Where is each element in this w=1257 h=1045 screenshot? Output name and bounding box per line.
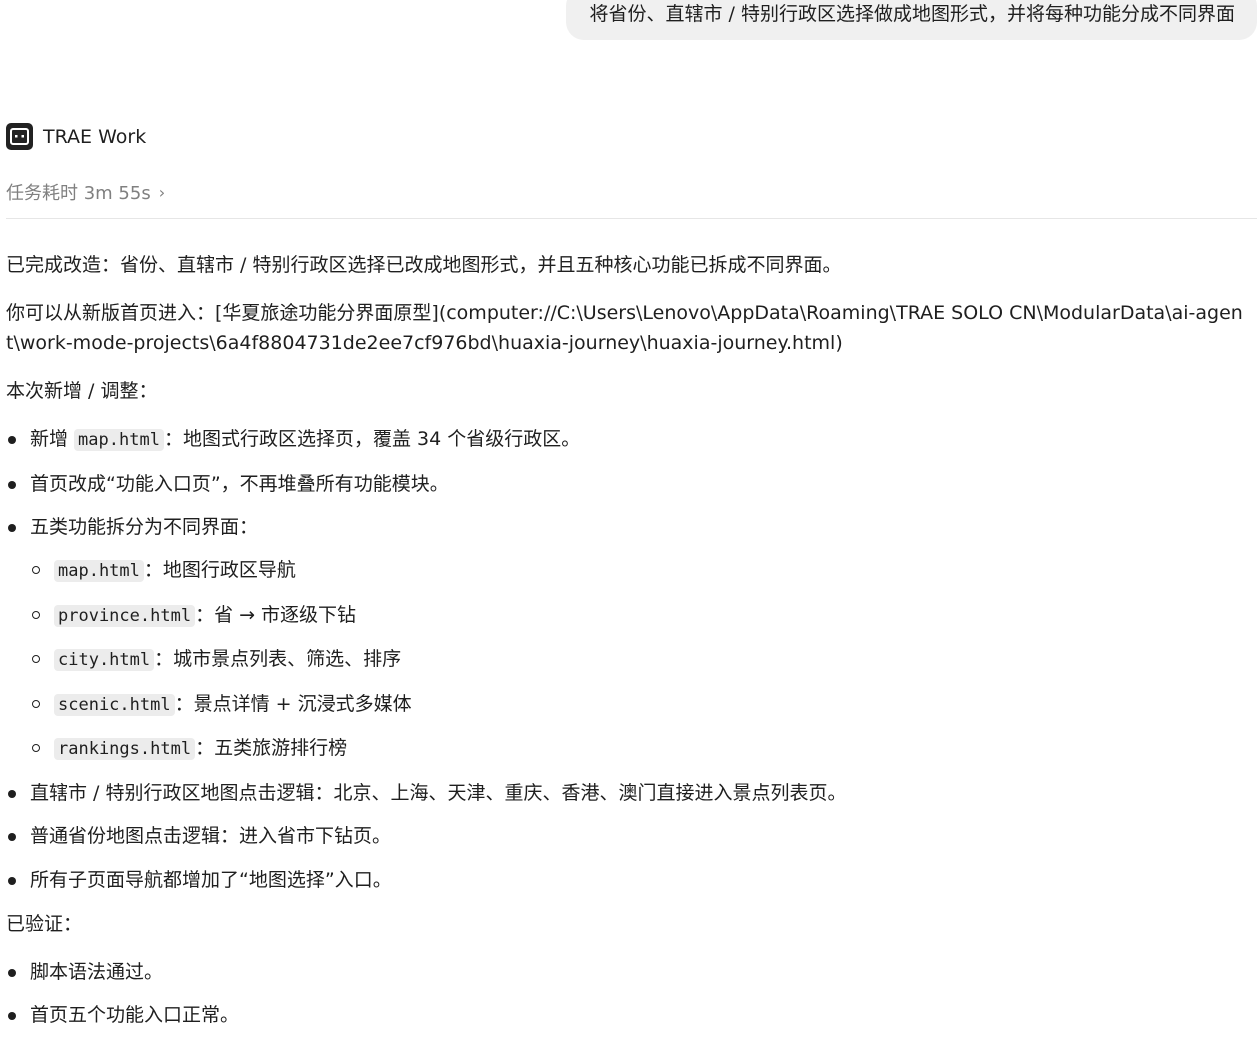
inline-code: map.html <box>54 560 144 582</box>
task-time-toggle[interactable]: 任务耗时 3m 55s › <box>6 179 165 205</box>
list-item-text: 脚本语法通过。 <box>30 960 164 983</box>
sub-list-item: province.html ：省 → 市逐级下钻 <box>30 600 1249 631</box>
list-item-text: ：地图式行政区选择页，覆盖 34 个省级行政区。 <box>163 428 581 450</box>
list-item-text: 首页五个功能入口正常。 <box>30 1004 240 1026</box>
sub-list-item-text: ：五类旅游排行榜 <box>195 737 348 759</box>
list-item: 首页改成“功能入口页”，不再堆叠所有功能模块。 <box>6 469 1249 499</box>
agent-header: TRAE Work <box>6 123 146 150</box>
list-item: 五类功能拆分为不同界面： map.html ：地图行政区导航 province.h… <box>6 512 1249 764</box>
sub-list-item: city.html ：城市景点列表、筛选、排序 <box>30 644 1249 675</box>
list-item-text: 直辖市 / 特别行政区地图点击逻辑：北京、上海、天津、重庆、香港、澳门直接进入景… <box>30 781 847 804</box>
verified-list: 脚本语法通过。 首页五个功能入口正常。 <box>6 957 1249 1031</box>
entry-link-paragraph[interactable]: 你可以从新版首页进入：[华夏旅途功能分界面原型](computer://C:\U… <box>6 298 1249 358</box>
verified-heading: 已验证： <box>6 912 83 935</box>
agent-name: TRAE Work <box>43 125 147 148</box>
list-item-text: 首页改成“功能入口页”，不再堆叠所有功能模块。 <box>30 472 449 495</box>
sub-list-item-text: ：景点详情 + 沉浸式多媒体 <box>174 692 412 715</box>
chat-page: 将省份、直辖市 / 特别行政区选择做成地图形式，并将每种功能分成不同界面 TRA… <box>0 0 1257 1045</box>
list-item-prefix: 新增 <box>30 428 75 450</box>
changes-list: 新增 map.html ：地图式行政区选择页，覆盖 34 个省级行政区。 首页改成… <box>6 424 1249 895</box>
user-message-text: 将省份、直辖市 / 特别行政区选择做成地图形式，并将每种功能分成不同界面 <box>589 3 1235 25</box>
sub-list-item-text: ：省 → 市逐级下钻 <box>195 603 357 626</box>
summary-paragraph: 已完成改造：省份、直辖市 / 特别行政区选择已改成地图形式，并且五种核心功能已拆… <box>6 254 842 276</box>
list-item-text: 所有子页面导航都增加了“地图选择”入口。 <box>30 868 392 891</box>
sub-list-item-text: ：地图行政区导航 <box>143 559 296 581</box>
list-item: 所有子页面导航都增加了“地图选择”入口。 <box>6 865 1249 895</box>
trae-logo-icon <box>6 123 33 150</box>
divider <box>6 218 1257 219</box>
sub-list-item: scenic.html ：景点详情 + 沉浸式多媒体 <box>30 689 1249 720</box>
pages-sublist: map.html ：地图行政区导航 province.html ：省 → 市逐级下钻… <box>30 555 1249 764</box>
list-item-text: 五类功能拆分为不同界面： <box>30 516 259 538</box>
inline-code: scenic.html <box>54 693 175 716</box>
agent-response: 已完成改造：省份、直辖市 / 特别行政区选择已改成地图形式，并且五种核心功能已拆… <box>6 250 1249 1044</box>
list-item: 直辖市 / 特别行政区地图点击逻辑：北京、上海、天津、重庆、香港、澳门直接进入景… <box>6 778 1249 808</box>
chevron-right-icon: › <box>158 182 166 202</box>
user-message-bubble: 将省份、直辖市 / 特别行政区选择做成地图形式，并将每种功能分成不同界面 <box>565 0 1257 40</box>
changes-heading: 本次新增 / 调整： <box>6 380 158 402</box>
inline-code: city.html <box>54 649 155 671</box>
list-item: 普通省份地图点击逻辑：进入省市下钻页。 <box>6 821 1249 851</box>
sub-list-item: rankings.html ：五类旅游排行榜 <box>30 733 1249 764</box>
list-item: 首页五个功能入口正常。 <box>6 1000 1249 1030</box>
list-item: 新增 map.html ：地图式行政区选择页，覆盖 34 个省级行政区。 <box>6 424 1249 455</box>
inline-code: map.html <box>74 429 164 451</box>
inline-code: rankings.html <box>54 738 196 760</box>
sub-list-item-text: ：城市景点列表、筛选、排序 <box>154 648 402 670</box>
task-time-label: 任务耗时 3m 55s <box>6 183 151 204</box>
inline-code: province.html <box>54 604 196 627</box>
list-item-text: 普通省份地图点击逻辑：进入省市下钻页。 <box>30 825 392 847</box>
list-item: 脚本语法通过。 <box>6 957 1249 987</box>
sub-list-item: map.html ：地图行政区导航 <box>30 555 1249 586</box>
